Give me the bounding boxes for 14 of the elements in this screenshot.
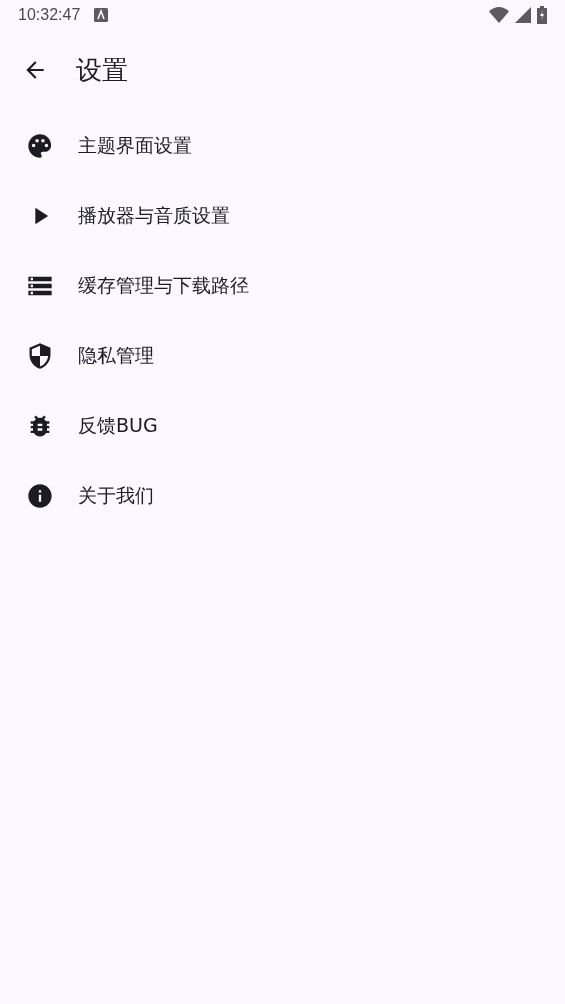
info-icon bbox=[26, 482, 54, 510]
settings-item[interactable]: 主题界面设置 bbox=[0, 111, 565, 181]
signal-icon bbox=[515, 7, 531, 23]
settings-item[interactable]: 隐私管理 bbox=[0, 321, 565, 391]
page-title: 设置 bbox=[76, 53, 128, 87]
settings-item[interactable]: 关于我们 bbox=[0, 461, 565, 531]
wifi-icon bbox=[489, 7, 509, 23]
settings-item[interactable]: 反馈BUG bbox=[0, 391, 565, 461]
battery-charging-icon bbox=[537, 6, 547, 24]
palette-icon bbox=[26, 132, 54, 160]
status-time: 10:32:47 bbox=[18, 6, 81, 24]
settings-item[interactable]: 播放器与音质设置 bbox=[0, 181, 565, 251]
settings-item[interactable]: 缓存管理与下载路径 bbox=[0, 251, 565, 321]
notification-icon bbox=[94, 8, 109, 22]
